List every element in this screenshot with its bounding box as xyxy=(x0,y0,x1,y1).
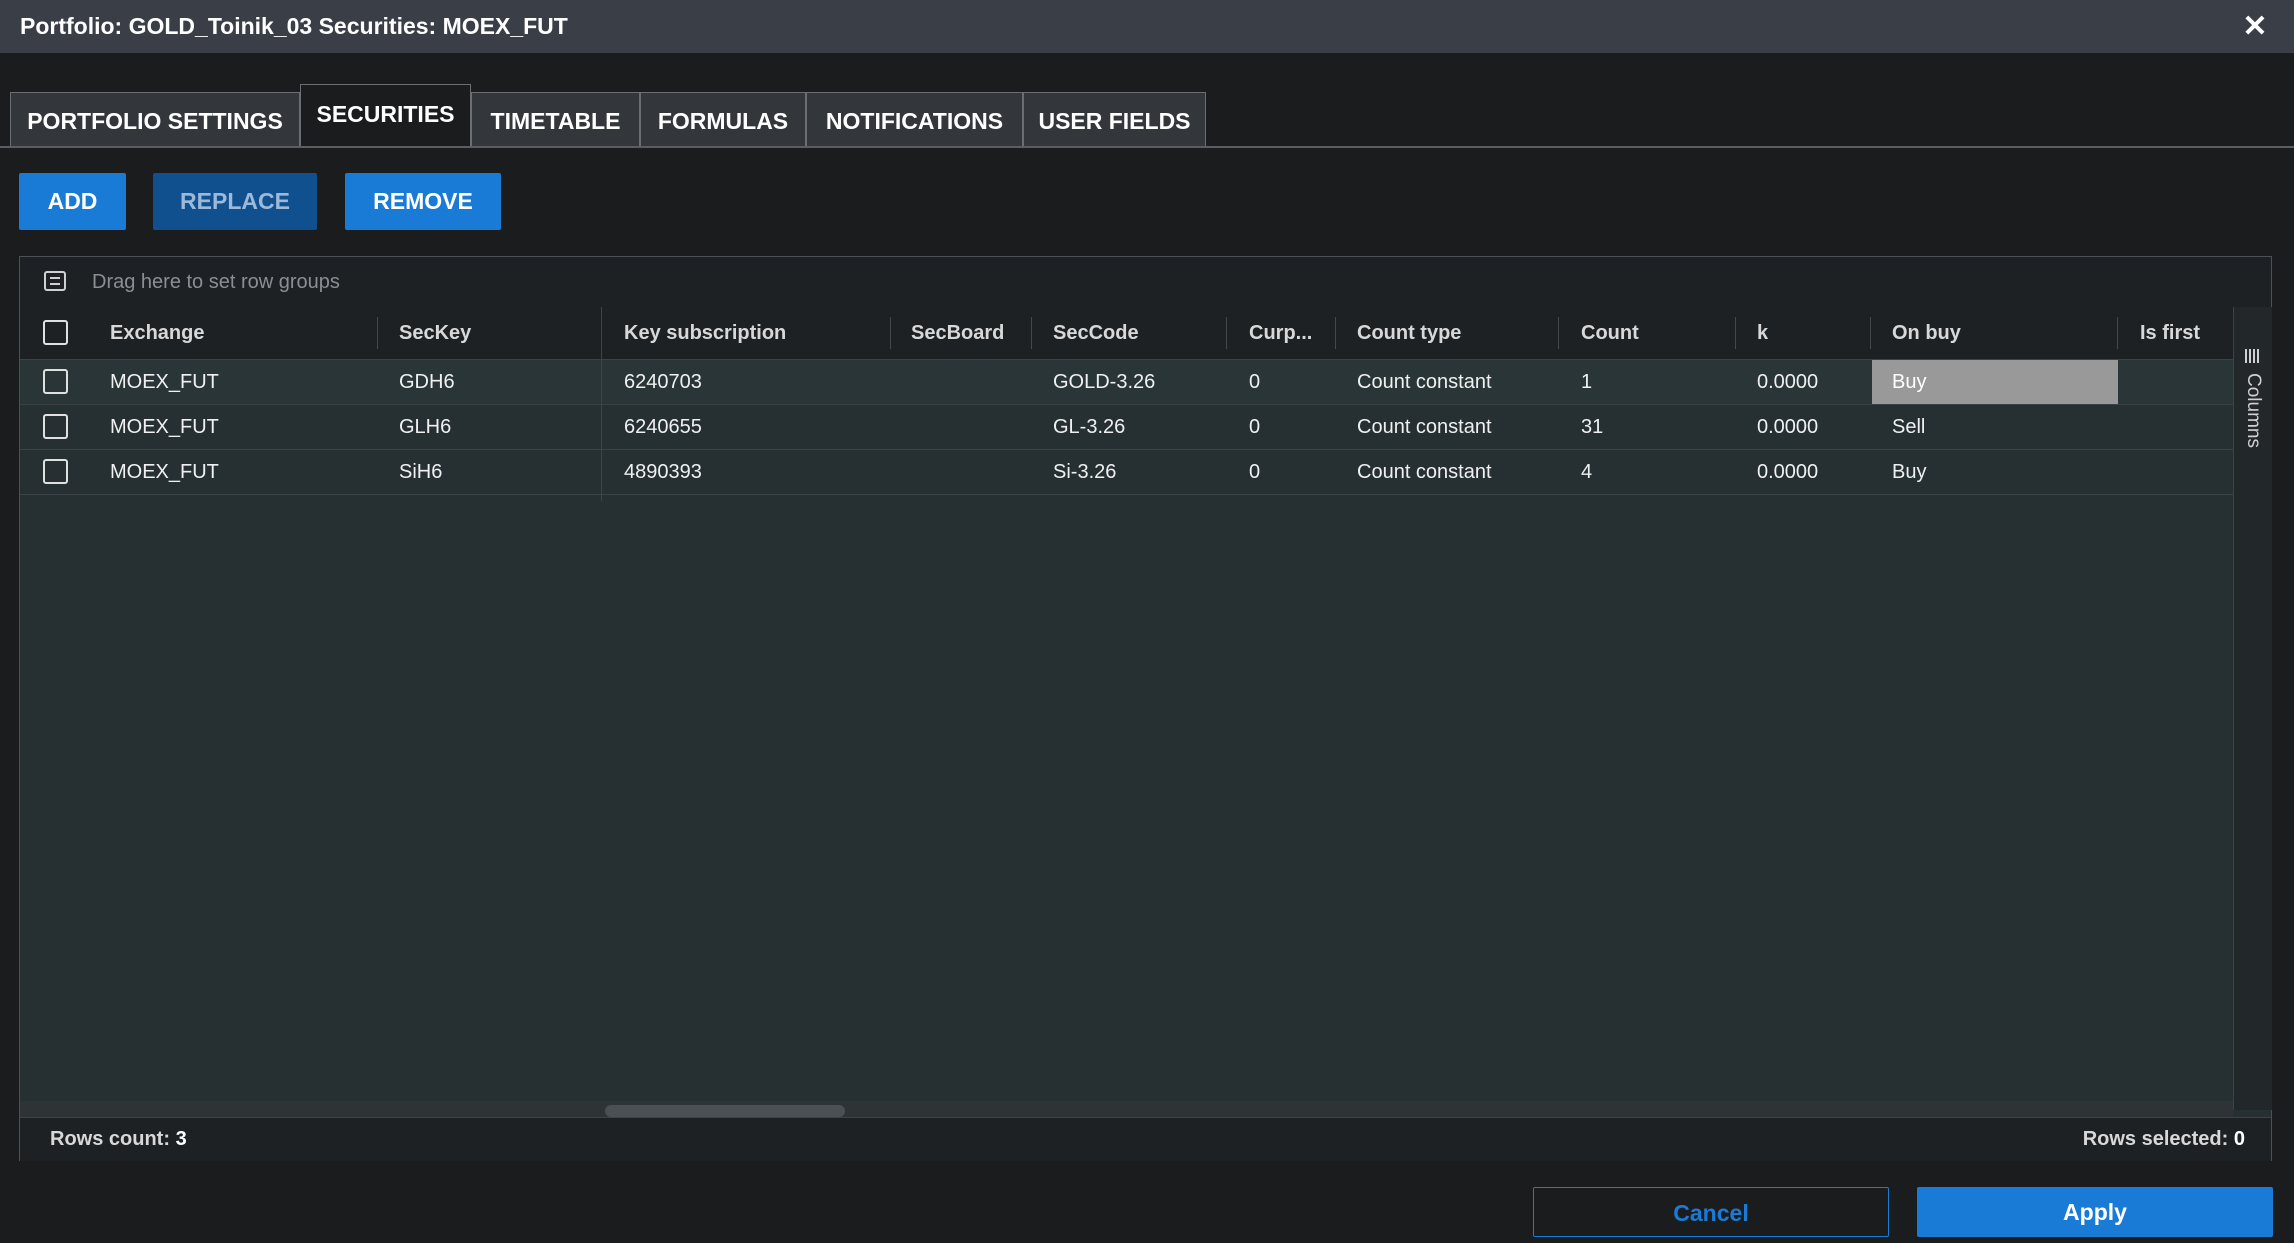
horizontal-scrollbar[interactable] xyxy=(20,1101,2233,1117)
row-group-hint: Drag here to set row groups xyxy=(92,271,340,293)
table-row[interactable]: MOEX_FUT GLH6 6240655 GL-3.26 0 Count co… xyxy=(20,405,2233,450)
column-separator[interactable] xyxy=(1031,317,1032,349)
column-separator[interactable] xyxy=(377,317,378,349)
replace-button[interactable]: REPLACE xyxy=(153,173,317,230)
column-header-seckey[interactable]: SecKey xyxy=(399,307,471,359)
cell-count-type: Count constant xyxy=(1357,416,1492,438)
column-header-secboard[interactable]: SecBoard xyxy=(911,307,1004,359)
column-header-exchange[interactable]: Exchange xyxy=(110,307,204,359)
columns-tab-label[interactable]: Columns xyxy=(2234,373,2272,513)
column-separator[interactable] xyxy=(890,317,891,349)
tab-securities[interactable]: SECURITIES xyxy=(300,84,471,148)
cell-count: 1 xyxy=(1581,371,1593,393)
cell-curp: 0 xyxy=(1249,461,1261,483)
cell-k: 0.0000 xyxy=(1757,416,1819,438)
columns-icon xyxy=(2245,349,2261,363)
cell-seccode: GOLD-3.26 xyxy=(1053,371,1156,393)
cell-count-type: Count constant xyxy=(1357,371,1492,393)
rows-selected: Rows selected: 0 xyxy=(2083,1118,2245,1161)
column-header-is-first[interactable]: Is first xyxy=(2140,307,2200,359)
column-header-count-type[interactable]: Count type xyxy=(1357,307,1461,359)
cell-count: 4 xyxy=(1581,461,1593,483)
title-bar: Portfolio: GOLD_Toinik_03 Securities: MO… xyxy=(0,0,2294,53)
cell-exchange: MOEX_FUT xyxy=(110,416,219,438)
select-all-checkbox[interactable] xyxy=(43,320,68,345)
grid-header: Exchange SecKey Key subscription SecBoar… xyxy=(20,307,2233,360)
securities-grid: Drag here to set row groups Exchange Sec… xyxy=(19,256,2272,1161)
column-separator[interactable] xyxy=(1870,317,1871,349)
cell-seckey: SiH6 xyxy=(399,461,443,483)
row-checkbox[interactable] xyxy=(43,459,68,484)
cell-on-buy: Sell xyxy=(1892,416,1926,438)
cell-k: 0.0000 xyxy=(1757,461,1819,483)
column-separator[interactable] xyxy=(1735,317,1736,349)
rows-count: Rows count: 3 xyxy=(50,1118,187,1161)
table-row[interactable]: MOEX_FUT SiH6 4890393 Si-3.26 0 Count co… xyxy=(20,450,2233,495)
column-header-key-subscription[interactable]: Key subscription xyxy=(624,307,786,359)
apply-button[interactable]: Apply xyxy=(1917,1187,2273,1237)
row-group-dropzone[interactable]: Drag here to set row groups xyxy=(20,257,2271,308)
table-row[interactable]: MOEX_FUT GDH6 6240703 GOLD-3.26 0 Count … xyxy=(20,360,2233,405)
column-header-on-buy[interactable]: On buy xyxy=(1892,307,1961,359)
cell-on-buy[interactable]: Buy xyxy=(1872,360,2118,404)
row-checkbox[interactable] xyxy=(43,414,68,439)
column-header-k[interactable]: k xyxy=(1757,307,1768,359)
cell-key-subscription: 4890393 xyxy=(624,461,702,483)
remove-button[interactable]: REMOVE xyxy=(345,173,501,230)
cell-seckey: GDH6 xyxy=(399,371,455,393)
close-icon[interactable]: ✕ xyxy=(2238,10,2272,44)
cell-on-buy: Buy xyxy=(1892,461,1927,483)
row-groups-icon xyxy=(44,271,66,291)
tab-portfolio-settings[interactable]: PORTFOLIO SETTINGS xyxy=(10,92,300,146)
tab-notifications[interactable]: NOTIFICATIONS xyxy=(806,92,1023,146)
cancel-button[interactable]: Cancel xyxy=(1533,1187,1889,1237)
cell-key-subscription: 6240703 xyxy=(624,371,702,393)
scrollbar-thumb[interactable] xyxy=(605,1105,845,1117)
cell-count: 31 xyxy=(1581,416,1604,438)
cell-curp: 0 xyxy=(1249,416,1261,438)
grid-status-bar: Rows count: 3 Rows selected: 0 xyxy=(20,1117,2271,1161)
column-header-count[interactable]: Count xyxy=(1581,307,1639,359)
window-title: Portfolio: GOLD_Toinik_03 Securities: MO… xyxy=(20,13,568,39)
cell-exchange: MOEX_FUT xyxy=(110,371,219,393)
cell-key-subscription: 6240655 xyxy=(624,416,702,438)
column-header-seccode[interactable]: SecCode xyxy=(1053,307,1139,359)
row-checkbox[interactable] xyxy=(43,369,68,394)
pinned-column-divider xyxy=(601,307,602,501)
column-separator[interactable] xyxy=(1558,317,1559,349)
column-separator[interactable] xyxy=(2117,317,2118,349)
column-header-curp[interactable]: Curp... xyxy=(1249,307,1312,359)
cell-count-type: Count constant xyxy=(1357,461,1492,483)
cell-exchange: MOEX_FUT xyxy=(110,461,219,483)
tab-formulas[interactable]: FORMULAS xyxy=(640,92,806,146)
column-separator[interactable] xyxy=(1335,317,1336,349)
tab-user-fields[interactable]: USER FIELDS xyxy=(1023,92,1206,146)
cell-seckey: GLH6 xyxy=(399,416,452,438)
tab-timetable[interactable]: TIMETABLE xyxy=(471,92,640,146)
cell-k: 0.0000 xyxy=(1757,371,1819,393)
tabs-divider xyxy=(0,146,2294,148)
rows-count-value: 3 xyxy=(175,1128,187,1150)
rows-count-label: Rows count: xyxy=(50,1128,170,1150)
rows-selected-label: Rows selected: xyxy=(2082,1128,2229,1150)
cell-seccode: Si-3.26 xyxy=(1053,461,1117,483)
rows-selected-value: 0 xyxy=(2233,1128,2245,1150)
add-button[interactable]: ADD xyxy=(19,173,126,230)
column-separator[interactable] xyxy=(1226,317,1227,349)
columns-side-panel[interactable]: Columns xyxy=(2233,307,2272,1110)
cell-curp: 0 xyxy=(1249,371,1261,393)
cell-seccode: GL-3.26 xyxy=(1053,416,1126,438)
